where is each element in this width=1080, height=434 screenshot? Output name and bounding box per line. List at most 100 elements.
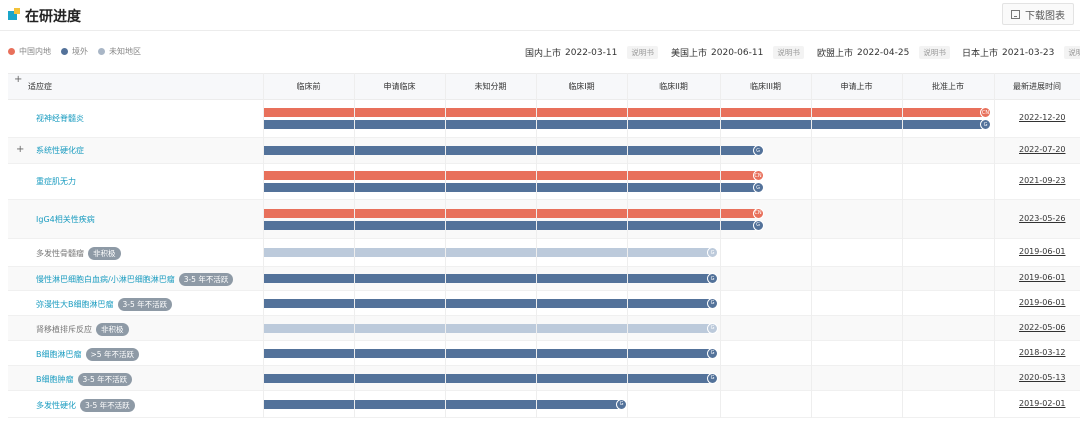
legend: 中国内地 境外 未知地区 xyxy=(8,46,141,57)
legend-label-unknown: 未知地区 xyxy=(109,47,141,56)
indication-cell: B细胞肿瘤 3-5 年不活跃 xyxy=(36,372,133,386)
indication-cell: 肾移植排斥反应 非积极 xyxy=(36,322,129,336)
indication-name[interactable]: B细胞肿瘤 xyxy=(36,374,74,385)
label-link[interactable]: 说明书 xyxy=(773,46,804,59)
globe-icon: G xyxy=(707,322,718,334)
download-label: 下载图表 xyxy=(1025,10,1065,22)
label-link[interactable]: 说明书 xyxy=(627,46,658,59)
label-link[interactable]: 说明书 xyxy=(1064,46,1080,59)
progress-bar-global[interactable]: G xyxy=(263,219,764,231)
column-divider xyxy=(536,73,537,418)
col-unknown-phase: 未知分期 xyxy=(474,82,507,91)
latest-date-link[interactable]: 2022-07-20 xyxy=(1019,145,1066,154)
section-icon xyxy=(8,8,20,20)
label-link[interactable]: 说明书 xyxy=(919,46,950,59)
progress-bar-global[interactable]: G xyxy=(263,273,718,284)
latest-date-link[interactable]: 2019-06-01 xyxy=(1019,247,1066,256)
indication-name[interactable]: IgG4相关性疾病 xyxy=(36,214,95,225)
market-label: 国内上市 xyxy=(525,49,562,59)
activity-badge: 3-5 年不活跃 xyxy=(117,297,173,311)
market-label: 日本上市 xyxy=(962,49,999,59)
progress-bar-global[interactable]: G xyxy=(263,145,764,156)
globe-icon: G xyxy=(707,297,718,309)
legend-label-global: 境外 xyxy=(72,47,88,56)
progress-bar-global[interactable]: G xyxy=(263,297,718,309)
latest-date-link[interactable]: 2023-05-26 xyxy=(1019,214,1066,223)
market-label: 美国上市 xyxy=(671,49,708,59)
latest-date-link[interactable]: 2022-05-06 xyxy=(1019,323,1066,332)
indication-name[interactable]: B细胞淋巴瘤 xyxy=(36,349,82,360)
globe-icon: G xyxy=(752,219,764,231)
table-row[interactable]: 重症肌无力 CN G 2021-09-23 xyxy=(8,164,1080,200)
progress-bar-unknown[interactable]: G xyxy=(263,247,718,258)
cn-flag-icon: CN xyxy=(752,207,764,219)
column-divider xyxy=(994,73,995,418)
download-chart-button[interactable]: 下载图表 xyxy=(1002,3,1074,25)
table-header: + 适应症 临床前 申请临床 未知分期 临床I期 临床II期 临床III期 申请… xyxy=(8,73,1080,100)
legend-item-unknown: 未知地区 xyxy=(98,46,141,57)
globe-icon: G xyxy=(752,182,764,193)
table-row[interactable]: IgG4相关性疾病 CN G 2023-05-26 xyxy=(8,200,1080,239)
market-date: 2021-03-23 xyxy=(1002,47,1055,58)
legend-dot-unknown xyxy=(98,48,105,55)
latest-date-link[interactable]: 2021-09-23 xyxy=(1019,176,1066,185)
indication-name[interactable]: 多发性硬化 xyxy=(36,400,76,411)
expand-all-icon[interactable]: + xyxy=(14,74,22,85)
indication-name[interactable]: 多发性骨髓瘤 xyxy=(36,248,84,259)
globe-icon: G xyxy=(752,145,764,156)
globe-icon: G xyxy=(707,372,718,384)
col-latest-date: 最新进展时间 xyxy=(1013,82,1061,91)
progress-bar-cn[interactable]: CN xyxy=(263,107,991,118)
indication-name[interactable]: 弥漫性大B细胞淋巴瘤 xyxy=(36,299,114,310)
indication-name[interactable]: 肾移植排斥反应 xyxy=(36,324,92,335)
col-phase1: 临床I期 xyxy=(568,82,595,91)
latest-date-link[interactable]: 2018-03-12 xyxy=(1019,348,1066,357)
col-phase2: 临床II期 xyxy=(659,82,688,91)
legend-dot-global xyxy=(61,48,68,55)
progress-bar-unknown[interactable]: G xyxy=(263,322,718,334)
latest-date-link[interactable]: 2020-05-13 xyxy=(1019,373,1066,382)
progress-bar-global[interactable]: G xyxy=(263,347,718,359)
indication-name[interactable]: 慢性淋巴细胞白血病/小淋巴细胞淋巴瘤 xyxy=(36,274,175,285)
progress-bar-global[interactable]: G xyxy=(263,398,627,410)
latest-date-link[interactable]: 2019-06-01 xyxy=(1019,273,1066,282)
indication-cell: 多发性骨髓瘤 非积极 xyxy=(36,247,121,260)
cn-flag-icon: CN xyxy=(752,170,764,181)
latest-date-link[interactable]: 2019-02-01 xyxy=(1019,399,1066,408)
table-row[interactable]: 肾移植排斥反应 非积极 G 2022-05-06 xyxy=(8,316,1080,341)
indication-name[interactable]: 系统性硬化症 xyxy=(36,145,84,156)
indication-name[interactable]: 视神经脊髓炎 xyxy=(36,113,84,124)
progress-bar-global[interactable]: G xyxy=(263,372,718,384)
activity-badge: 3-5 年不活跃 xyxy=(77,372,133,386)
col-nda: 申请上市 xyxy=(840,82,873,91)
indication-cell: 系统性硬化症 xyxy=(36,145,84,156)
latest-date-link[interactable]: 2019-06-01 xyxy=(1019,298,1066,307)
expand-row-icon[interactable]: + xyxy=(16,144,24,155)
download-icon xyxy=(1011,9,1020,19)
legend-item-global: 境外 xyxy=(61,46,88,57)
col-phase3: 临床III期 xyxy=(749,82,782,91)
table-row[interactable]: 弥漫性大B细胞淋巴瘤 3-5 年不活跃 G 2019-06-01 xyxy=(8,291,1080,316)
column-divider xyxy=(902,73,903,418)
market-date: 2020-06-11 xyxy=(711,47,764,58)
market-date: 2022-04-25 xyxy=(857,47,910,58)
col-preclinical: 临床前 xyxy=(296,82,321,91)
latest-date-link[interactable]: 2022-12-20 xyxy=(1019,113,1066,122)
globe-icon: G xyxy=(980,119,991,130)
column-divider xyxy=(720,73,721,418)
table-row[interactable]: + 系统性硬化症 G 2022-07-20 xyxy=(8,138,1080,164)
indication-name[interactable]: 重症肌无力 xyxy=(36,176,76,187)
progress-bar-cn[interactable]: CN xyxy=(263,207,764,219)
table-row[interactable]: 多发性骨髓瘤 非积极 G 2019-06-01 xyxy=(8,239,1080,267)
table-row[interactable]: B细胞肿瘤 3-5 年不活跃 G 2020-05-13 xyxy=(8,366,1080,391)
progress-bar-global[interactable]: G xyxy=(263,182,764,193)
table-row[interactable]: B细胞淋巴瘤 >5 年不活跃 G 2018-03-12 xyxy=(8,341,1080,366)
progress-bar-global[interactable]: G xyxy=(263,119,991,130)
activity-badge: 3-5 年不活跃 xyxy=(80,398,135,412)
market-us: 美国上市 2020-06-11 说明书 xyxy=(671,46,804,59)
market-jp: 日本上市 2021-03-23 说明书 xyxy=(962,46,1080,59)
table-row[interactable]: 多发性硬化 3-5 年不活跃 G 2019-02-01 xyxy=(8,391,1080,418)
table-row[interactable]: 视神经脊髓炎 CN G 2022-12-20 xyxy=(8,100,1080,138)
table-row[interactable]: 慢性淋巴细胞白血病/小淋巴细胞淋巴瘤 3-5 年不活跃 G 2019-06-01 xyxy=(8,267,1080,291)
progress-bar-cn[interactable]: CN xyxy=(263,170,764,181)
